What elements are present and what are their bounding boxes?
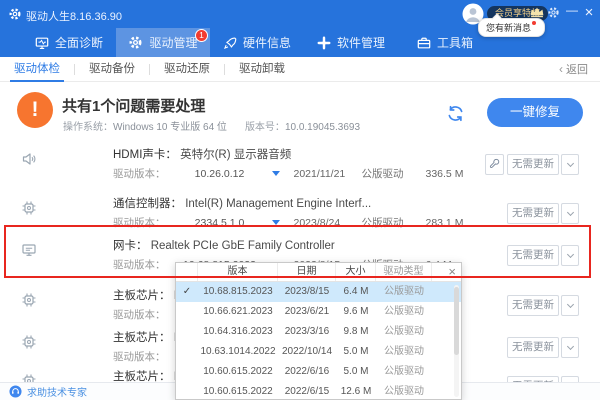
tab-full-diagnosis[interactable]: 全面诊断 bbox=[22, 28, 116, 57]
check-icon: ✓ bbox=[176, 282, 198, 302]
rocket-icon bbox=[223, 36, 237, 50]
app-logo-icon bbox=[8, 7, 22, 26]
row-actions-dropdown[interactable] bbox=[561, 245, 579, 266]
version-row[interactable]: 10.66.621.20232023/6/219.6 M公版驱动 bbox=[176, 302, 461, 322]
no-update-button[interactable]: 无需更新 bbox=[507, 154, 559, 175]
check-column-header bbox=[176, 263, 198, 281]
os-label: 操作系统： bbox=[63, 122, 113, 133]
network-card-icon bbox=[21, 242, 37, 263]
driver-title: 通信控制器： Intel(R) Management Engine Interf… bbox=[113, 195, 371, 211]
main-nav: 全面诊断 驱动管理 1 硬件信息 软件管理 bbox=[22, 28, 492, 57]
chevron-down-icon bbox=[566, 250, 573, 257]
chevron-down-icon bbox=[566, 208, 573, 215]
sub-nav: 驱动体检 驱动备份 驱动还原 驱动卸载 ‹返回 bbox=[0, 57, 600, 82]
no-update-button[interactable]: 无需更新 bbox=[507, 203, 559, 224]
subtab-driver-uninstall[interactable]: 驱动卸载 bbox=[225, 57, 299, 82]
tab-label: 驱动管理 bbox=[149, 34, 197, 51]
speaker-icon bbox=[21, 151, 37, 172]
no-update-button[interactable]: 无需更新 bbox=[507, 295, 559, 316]
chevron-left-icon: ‹ bbox=[559, 62, 563, 76]
app-window: 驱动人生8.16.36.90 会员享特权 — × 全面诊断 bbox=[0, 0, 600, 400]
version-history-dropdown: 版本 日期 大小 驱动类型 ✓ 10.68.815.20232023/8/156… bbox=[175, 262, 462, 400]
version-row[interactable]: 10.60.615.20222022/6/1512.6 M公版驱动 bbox=[176, 382, 461, 400]
tooltip-text: 您有新消息 bbox=[486, 23, 531, 33]
new-message-tooltip[interactable]: 您有新消息 bbox=[478, 18, 545, 37]
back-link[interactable]: ‹返回 bbox=[559, 61, 588, 77]
driver-details: 驱动版本：2334.5.1.02023/8/24公版驱动283.1 M bbox=[113, 215, 463, 230]
subtab-driver-check[interactable]: 驱动体检 bbox=[0, 57, 74, 82]
close-icon[interactable]: × bbox=[448, 264, 456, 279]
os-value: Windows 10 专业版 64 位 bbox=[113, 122, 227, 133]
wrench-icon bbox=[489, 156, 500, 174]
driver-title: HDMI声卡： 英特尔(R) 显示器音频 bbox=[113, 146, 291, 162]
dropdown-header: 版本 日期 大小 驱动类型 bbox=[176, 263, 461, 282]
row-actions-dropdown[interactable] bbox=[561, 203, 579, 224]
size-column-header: 大小 bbox=[336, 263, 376, 281]
row-actions-dropdown[interactable] bbox=[561, 154, 579, 175]
issue-summary-title: 共有1个问题需要处理 bbox=[62, 95, 205, 116]
tab-software-management[interactable]: 软件管理 bbox=[304, 28, 398, 57]
no-update-button[interactable]: 无需更新 bbox=[507, 337, 559, 358]
row-actions-dropdown[interactable] bbox=[561, 337, 579, 358]
driver-row-comm-controller: 通信控制器： Intel(R) Management Engine Interf… bbox=[0, 190, 600, 238]
row-actions-dropdown[interactable] bbox=[561, 295, 579, 316]
driver-details: 驱动版本：10.26.0.122021/11/21公版驱动336.5 M bbox=[113, 166, 463, 181]
version-row[interactable]: 10.63.1014.20222022/10/145.0 M公版驱动 bbox=[176, 342, 461, 362]
version-dropdown-triangle-icon[interactable] bbox=[272, 220, 280, 225]
new-message-dot-icon bbox=[532, 21, 536, 25]
version-dropdown-triangle-icon[interactable] bbox=[272, 171, 280, 176]
build-label: 版本号： bbox=[245, 122, 285, 133]
date-column-header: 日期 bbox=[278, 263, 336, 281]
toolbox-icon bbox=[417, 36, 431, 50]
version-row[interactable]: 10.64.316.20232023/3/169.8 M公版驱动 bbox=[176, 322, 461, 342]
build-value: 10.0.19045.3693 bbox=[285, 122, 360, 133]
tab-label: 工具箱 bbox=[437, 34, 473, 51]
software-cross-icon bbox=[317, 36, 331, 50]
chip-icon bbox=[21, 292, 37, 313]
chevron-down-icon bbox=[566, 342, 573, 349]
driver-title: 网卡： Realtek PCIe GbE Family Controller bbox=[113, 237, 335, 253]
subtab-driver-restore[interactable]: 驱动还原 bbox=[150, 57, 224, 82]
minimize-button[interactable]: — bbox=[565, 3, 579, 17]
chip-icon bbox=[21, 200, 37, 221]
support-headset-icon bbox=[9, 385, 22, 398]
subtab-driver-backup[interactable]: 驱动备份 bbox=[75, 57, 149, 82]
tab-driver-management[interactable]: 驱动管理 1 bbox=[116, 28, 210, 57]
version-row[interactable]: 10.60.615.20222022/6/165.0 M公版驱动 bbox=[176, 362, 461, 382]
version-column-header: 版本 bbox=[198, 263, 278, 281]
tab-hardware-info[interactable]: 硬件信息 bbox=[210, 28, 304, 57]
kind-column-header: 驱动类型 bbox=[376, 263, 432, 281]
driver-row-hdmi-audio: HDMI声卡： 英特尔(R) 显示器音频 驱动版本：10.26.0.122021… bbox=[0, 141, 600, 189]
ask-expert-link[interactable]: 求助技术专家 bbox=[27, 384, 87, 399]
version-row[interactable]: ✓ 10.68.815.20232023/8/156.4 M公版驱动 bbox=[176, 282, 461, 302]
close-button[interactable]: × bbox=[581, 4, 597, 21]
app-title: 驱动人生8.16.36.90 bbox=[26, 8, 122, 24]
tab-label: 软件管理 bbox=[337, 34, 385, 51]
no-update-button[interactable]: 无需更新 bbox=[507, 245, 559, 266]
settings-gear-icon[interactable] bbox=[547, 6, 560, 24]
gear-icon bbox=[128, 35, 143, 50]
chevron-down-icon bbox=[566, 300, 573, 307]
notification-badge: 1 bbox=[195, 29, 208, 42]
chip-icon bbox=[21, 334, 37, 355]
tab-label: 全面诊断 bbox=[55, 34, 103, 51]
warning-icon: ! bbox=[17, 92, 53, 128]
one-click-repair-button[interactable]: 一键修复 bbox=[487, 98, 583, 127]
refresh-icon[interactable] bbox=[446, 104, 465, 128]
tab-label: 硬件信息 bbox=[243, 34, 291, 51]
system-info: 操作系统：Windows 10 专业版 64 位 版本号：10.0.19045.3… bbox=[63, 118, 360, 133]
fix-tool-button[interactable] bbox=[485, 154, 504, 175]
back-label: 返回 bbox=[566, 64, 588, 76]
chevron-down-icon bbox=[566, 159, 573, 166]
monitor-pulse-icon bbox=[35, 36, 49, 50]
dropdown-scrollbar-thumb[interactable] bbox=[454, 287, 459, 355]
